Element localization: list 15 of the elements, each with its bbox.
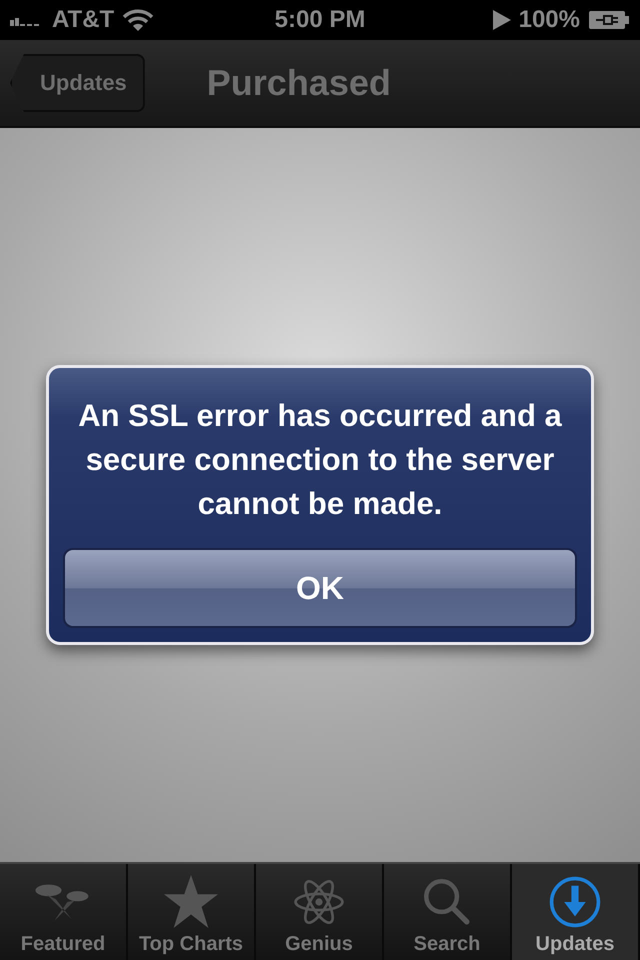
back-button[interactable]: Updates [10, 54, 145, 112]
tab-item[interactable]: Updates [512, 864, 640, 960]
carrier-name: AT&T [52, 6, 114, 34]
battery-percentage: 100% [518, 6, 580, 34]
alert-message: An SSL error has occurred and a secure connection to the server cannot be made. [77, 397, 563, 523]
wifi-icon [122, 8, 154, 32]
tab-item[interactable]: Genius [256, 864, 384, 960]
battery-icon [588, 10, 630, 30]
star-icon [162, 875, 220, 929]
tab-item[interactable]: Top Charts [128, 864, 256, 960]
ok-button[interactable]: OK [63, 548, 577, 628]
nav-title: Purchased [206, 62, 391, 104]
tab-item[interactable]: Featured [0, 864, 128, 960]
clock-time: 5:00 PM [274, 6, 366, 34]
play-icon [492, 10, 511, 30]
